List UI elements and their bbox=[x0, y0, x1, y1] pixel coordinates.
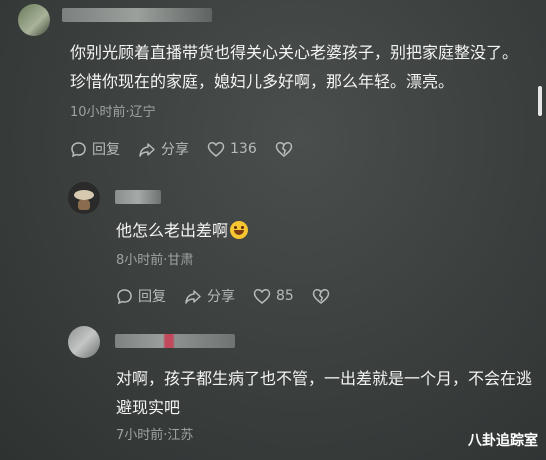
comment-body: 他怎么老出差啊 bbox=[116, 221, 229, 240]
comment-icon bbox=[117, 288, 132, 304]
username-blurred[interactable] bbox=[115, 190, 161, 204]
like-count: 85 bbox=[276, 288, 294, 304]
comment-meta: 8小时前·甘肃 bbox=[116, 253, 194, 268]
dislike-button[interactable] bbox=[275, 141, 298, 158]
share-icon bbox=[139, 142, 155, 157]
share-label: 分享 bbox=[161, 142, 189, 158]
share-icon bbox=[185, 289, 201, 304]
avatar[interactable] bbox=[68, 182, 100, 214]
like-count: 136 bbox=[230, 141, 257, 157]
share-button[interactable]: 分享 bbox=[138, 139, 189, 159]
avatar[interactable] bbox=[18, 4, 50, 36]
comment-text: 你别光顾着直播带货也得关心关心老婆孩子，别把家庭整没了。珍惜你现在的家庭，媳妇儿… bbox=[70, 43, 519, 91]
username-blurred[interactable] bbox=[62, 8, 212, 22]
broken-heart-icon bbox=[275, 141, 292, 157]
watermark: 八卦追踪室 bbox=[468, 433, 538, 449]
reply-button[interactable]: 回复 bbox=[70, 139, 120, 159]
username-blurred[interactable] bbox=[115, 334, 235, 348]
broken-heart-icon bbox=[312, 288, 330, 304]
avatar[interactable] bbox=[68, 326, 100, 358]
like-button[interactable]: 136 bbox=[207, 141, 257, 158]
like-button[interactable]: 85 bbox=[253, 288, 294, 305]
comment-icon bbox=[71, 141, 86, 157]
laugh-emoji-icon bbox=[230, 221, 249, 239]
share-button[interactable]: 分享 bbox=[184, 286, 235, 306]
comment-actions: 回复 分享 85 bbox=[116, 286, 353, 306]
comment-text: 对啊，孩子都生病了也不管，一出差就是一个月，不会在逃避现实吧 bbox=[116, 369, 533, 417]
share-label: 分享 bbox=[207, 289, 235, 305]
dislike-button[interactable] bbox=[312, 288, 335, 305]
reply-label: 回复 bbox=[92, 142, 120, 158]
reply-label: 回复 bbox=[138, 289, 166, 305]
comment-meta: 7小时前·江苏 bbox=[116, 428, 194, 443]
comment-text: 他怎么老出差啊 bbox=[116, 216, 249, 245]
scrollbar[interactable] bbox=[538, 86, 542, 116]
reply-button[interactable]: 回复 bbox=[116, 286, 166, 306]
heart-icon bbox=[253, 288, 271, 304]
comment-meta: 10小时前·辽宁 bbox=[70, 105, 156, 120]
heart-icon bbox=[207, 141, 225, 157]
comment-actions: 回复 分享 136 bbox=[70, 139, 316, 159]
